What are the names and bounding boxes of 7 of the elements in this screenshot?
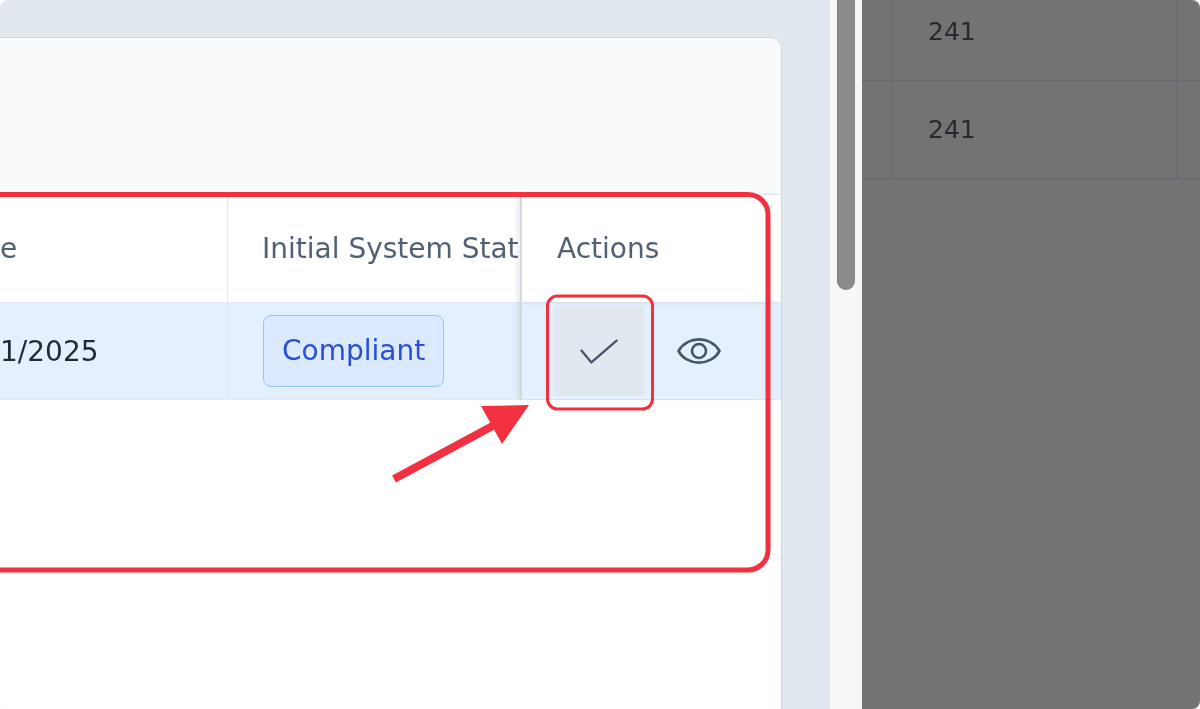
scrollbar-thumb[interactable] bbox=[837, 0, 855, 290]
check-icon bbox=[580, 338, 618, 364]
status-badge: Compliant bbox=[263, 315, 445, 387]
table-cell: 1/2025 bbox=[0, 303, 228, 399]
table-cell: 241 bbox=[891, 0, 1177, 80]
table-cell: 241 bbox=[891, 81, 1177, 178]
check-button[interactable] bbox=[554, 306, 644, 396]
